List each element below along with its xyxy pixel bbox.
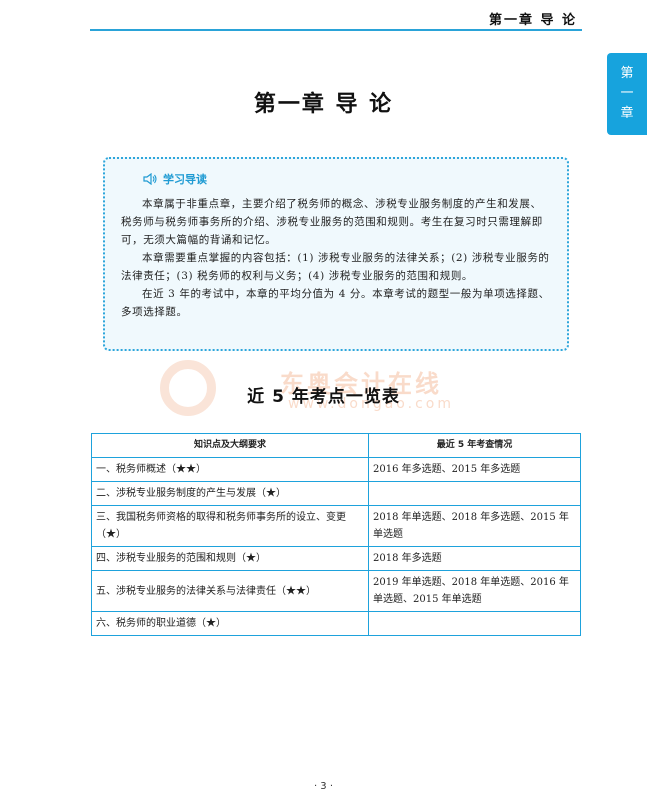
history-cell: 2016 年多选题、2015 年多选题 — [368, 457, 581, 482]
history-cell: 2018 年单选题、2018 年多选题、2015 年单选题 — [368, 505, 581, 547]
study-guide-box: 学习导读 本章属于非重点章，主要介绍了税务师的概念、涉税专业服务制度的产生和发展… — [103, 157, 569, 351]
speaker-icon — [143, 173, 157, 185]
history-cell: 2018 年多选题 — [368, 546, 581, 571]
history-cell: 2019 年单选题、2018 年单选题、2016 年单选题、2015 年单选题 — [368, 570, 581, 612]
table-row: 二、涉税专业服务制度的产生与发展（★） — [91, 481, 581, 506]
header-rule — [90, 29, 582, 31]
study-guide-header: 学习导读 — [143, 171, 551, 187]
chapter-tab-char: 第 — [620, 66, 634, 81]
topic-cell: 二、涉税专业服务制度的产生与发展（★） — [91, 481, 369, 506]
history-cell — [368, 611, 581, 636]
topic-cell: 三、我国税务师资格的取得和税务师事务所的设立、变更（★） — [91, 505, 369, 547]
study-guide-paragraph: 在近 3 年的考试中，本章的平均分值为 4 分。本章考试的题型一般为单项选择题、… — [121, 288, 550, 318]
table-row: 一、税务师概述（★★） 2016 年多选题、2015 年多选题 — [91, 457, 581, 482]
table-row: 三、我国税务师资格的取得和税务师事务所的设立、变更（★） 2018 年单选题、2… — [91, 505, 581, 547]
column-header-history: 最近 5 年考查情况 — [368, 433, 581, 458]
study-guide-paragraph: 本章属于非重点章，主要介绍了税务师的概念、涉税专业服务制度的产生和发展、税务师与… — [121, 198, 543, 246]
table-row: 四、涉税专业服务的范围和规则（★） 2018 年多选题 — [91, 546, 581, 571]
column-header-topic: 知识点及大纲要求 — [91, 433, 369, 458]
exam-table-title: 近 5 年考点一览表 — [247, 387, 400, 407]
topic-cell: 五、涉税专业服务的法律关系与法律责任（★★） — [91, 570, 369, 612]
topic-cell: 一、税务师概述（★★） — [91, 457, 369, 482]
table-row: 六、税务师的职业道德（★） — [91, 611, 581, 636]
study-guide-paragraph: 本章需要重点掌握的内容包括：(1) 涉税专业服务的法律关系；(2) 涉税专业服务… — [121, 252, 550, 282]
table-header-row: 知识点及大纲要求 最近 5 年考查情况 — [91, 433, 581, 458]
page-number: · 3 · — [313, 781, 334, 792]
history-cell — [368, 481, 581, 506]
exam-points-table: 知识点及大纲要求 最近 5 年考查情况 一、税务师概述（★★） 2016 年多选… — [91, 433, 581, 636]
running-header-title: 第一章 导 论 — [488, 13, 577, 28]
chapter-title: 第一章 导 论 — [253, 92, 394, 117]
topic-cell: 四、涉税专业服务的范围和规则（★） — [91, 546, 369, 571]
table-row: 五、涉税专业服务的法律关系与法律责任（★★） 2019 年单选题、2018 年单… — [91, 570, 581, 612]
study-guide-label: 学习导读 — [163, 173, 207, 186]
topic-cell: 六、税务师的职业道德（★） — [91, 611, 369, 636]
